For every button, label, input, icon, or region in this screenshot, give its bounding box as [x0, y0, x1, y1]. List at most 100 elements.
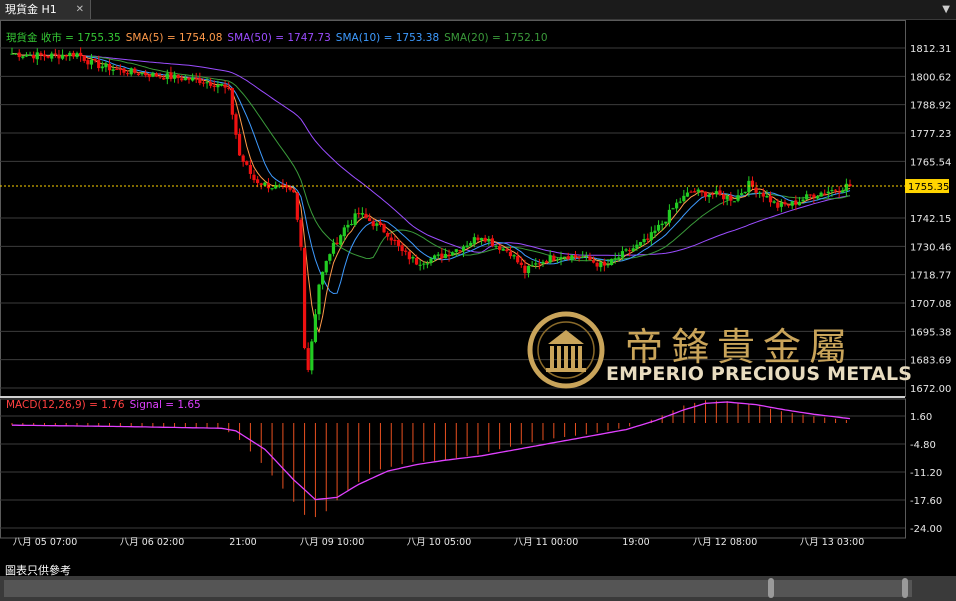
scrollbar-track[interactable]	[4, 580, 912, 597]
candle-body	[14, 53, 18, 55]
close-icon[interactable]: ✕	[76, 0, 84, 19]
candle-body	[313, 314, 318, 342]
candle-body	[230, 88, 234, 115]
candle-body	[118, 69, 122, 71]
candle-body	[534, 263, 538, 265]
logo-emblem-pillar	[550, 346, 554, 368]
candle-body	[133, 68, 137, 73]
candle-body	[693, 191, 697, 193]
candle-body	[216, 84, 220, 88]
candle-body	[635, 244, 639, 249]
time-scrollbar[interactable]	[0, 576, 956, 601]
candle-body	[537, 263, 541, 265]
candle-body	[57, 54, 61, 59]
logo-emblem-base	[546, 368, 586, 372]
candle-body	[393, 239, 397, 242]
candle-body	[711, 193, 715, 195]
candle-body	[404, 250, 408, 252]
macd-y-tick-label: -17.60	[910, 496, 942, 507]
candle-body	[125, 73, 130, 75]
candle-body	[335, 242, 339, 245]
candle-body	[407, 251, 411, 260]
logo-emblem-roof	[548, 330, 584, 344]
candle-body	[241, 155, 245, 162]
x-tick-label: 19:00	[622, 537, 649, 548]
price-chart[interactable]: 1812.31 1800.62 1788.92 1777.23 1765.54 1742.…	[0, 20, 956, 560]
legend-entry: MACD(12,26,9) = 1.76	[6, 399, 125, 411]
candle-body	[46, 55, 50, 58]
candle-body	[447, 254, 451, 256]
scrollbar-right-handle[interactable]	[902, 578, 908, 598]
candle-body	[42, 54, 47, 57]
candle-body	[714, 191, 718, 195]
scrollbar-left-handle[interactable]	[768, 578, 774, 598]
main-legend: 現貨金 收市 = 1755.35 SMA(5) = 1754.08 SMA(50) …	[6, 30, 553, 45]
candle-body	[729, 195, 733, 201]
candle-body	[180, 78, 184, 81]
y-tick-label: 1777.23	[910, 129, 951, 140]
candle-body	[39, 53, 43, 55]
candle-body	[628, 250, 632, 252]
candle-body	[725, 196, 729, 200]
x-tick-label: 八月 06 02:00	[120, 537, 185, 548]
candle-body	[136, 73, 141, 76]
candle-body	[642, 238, 646, 243]
candle-body	[544, 261, 549, 263]
candle-body	[436, 254, 440, 256]
candle-body	[516, 255, 520, 263]
y-tick-label: 1812.31	[910, 44, 951, 55]
candle-body	[71, 52, 76, 57]
candle-body	[245, 161, 249, 165]
last-price-label: 1755.35	[908, 182, 949, 193]
candle-body	[165, 73, 169, 80]
candle-body	[736, 195, 740, 201]
candle-body	[700, 190, 704, 192]
candle-body	[317, 284, 321, 315]
candle-body	[79, 52, 83, 57]
candle-body	[382, 224, 386, 233]
candle-body	[570, 255, 574, 260]
candle-body	[256, 179, 260, 184]
candle-body	[209, 82, 213, 86]
candle-body	[60, 54, 65, 59]
y-tick-label: 1742.15	[910, 214, 951, 225]
candle-body	[205, 82, 209, 84]
candle-body	[718, 190, 722, 195]
candle-body	[548, 255, 552, 263]
candle-body	[433, 255, 437, 259]
candle-body	[32, 54, 36, 59]
candle-body	[754, 187, 758, 193]
candle-body	[68, 52, 72, 57]
candle-body	[400, 245, 404, 252]
candle-body	[339, 235, 343, 245]
chart-tab[interactable]: 現貨金 H1 ✕	[0, 0, 91, 19]
candle-body	[823, 193, 827, 195]
candle-body	[779, 202, 783, 207]
candle-body	[53, 53, 57, 55]
candle-body	[830, 190, 834, 192]
candle-body	[353, 213, 357, 225]
candle-body	[299, 219, 303, 248]
candle-body	[360, 213, 364, 215]
candle-body	[656, 224, 661, 231]
macd-y-tick-label: -11.20	[910, 468, 942, 479]
candle-body	[154, 73, 159, 77]
candle-body	[479, 237, 484, 241]
candle-body	[519, 262, 523, 265]
candle-body	[89, 59, 94, 65]
candle-body	[248, 164, 252, 174]
candle-body	[346, 224, 350, 228]
x-tick-label: 八月 05 07:00	[13, 537, 78, 548]
candle-body	[490, 238, 495, 246]
candle-body	[371, 221, 375, 227]
candle-body	[812, 194, 816, 198]
candle-body	[122, 68, 126, 73]
candle-body	[786, 204, 791, 206]
x-tick-label: 八月 11 00:00	[514, 537, 579, 548]
candle-body	[487, 239, 491, 242]
candle-body	[129, 68, 133, 75]
candle-body	[234, 114, 238, 135]
menu-arrow-icon[interactable]: ▼	[942, 4, 950, 15]
candle-body	[581, 256, 585, 258]
candle-body	[21, 56, 25, 58]
